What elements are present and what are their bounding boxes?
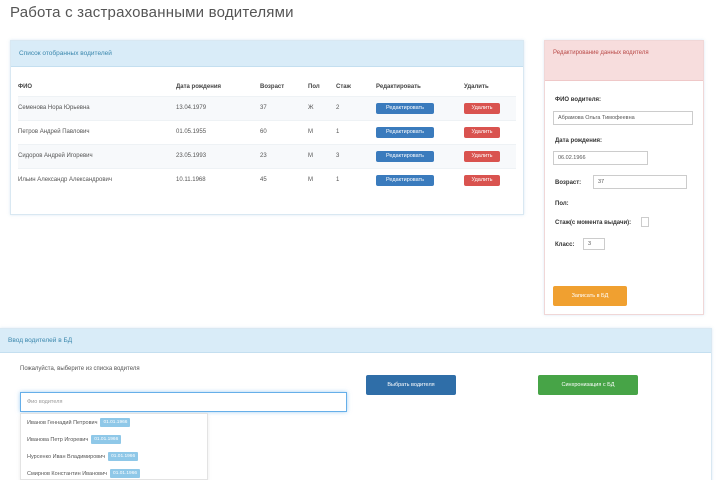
delete-button[interactable]: Удалить xyxy=(464,102,500,114)
cell-name: Семенова Нора Юрьевна xyxy=(18,95,176,120)
cell-dob: 10.11.1968 xyxy=(176,167,260,192)
dob-label: Дата рождения: xyxy=(555,138,603,144)
cell-age: 45 xyxy=(260,167,308,192)
save-to-db-button[interactable]: Записать в БД xyxy=(553,286,627,306)
fio-field[interactable]: Абрамова Ольга Тимофеевна xyxy=(553,111,693,125)
cell-delete: Удалить xyxy=(464,167,516,192)
table-header-row: ФИО Дата рождения Возраст Пол Стаж Редак… xyxy=(18,78,516,96)
driver-search-input[interactable]: Фио водителя xyxy=(20,392,347,412)
dob-field[interactable]: 06.02.1966 xyxy=(553,151,648,165)
experience-field[interactable] xyxy=(641,217,649,227)
delete-button[interactable]: Удалить xyxy=(464,126,500,138)
edit-button[interactable]: Редактировать xyxy=(376,150,434,162)
suggestion-tag: 01.01.1966 xyxy=(91,435,122,444)
cell-sex: М xyxy=(308,167,336,192)
table-row: Сидоров Андрей Игоревич 23.05.1993 23 М … xyxy=(18,143,516,168)
suggestion-tag: 01.01.1966 xyxy=(108,452,139,461)
edit-button[interactable]: Редактировать xyxy=(376,102,434,114)
cell-exp: 1 xyxy=(336,167,376,192)
cell-dob: 13.04.1979 xyxy=(176,95,260,120)
select-driver-button[interactable]: Выбрать водителя xyxy=(366,375,456,395)
table-row: Петров Андрей Павлович 01.05.1955 60 М 1… xyxy=(18,119,516,144)
driver-suggestions-dropdown: Иванов Геннадий Петрович 01.01.1966 Иван… xyxy=(20,413,208,480)
sex-label: Пол: xyxy=(555,201,569,207)
cell-sex: М xyxy=(308,143,336,168)
driver-form-heading: Редактирование данных водителя xyxy=(545,41,703,81)
cell-edit: Редактировать xyxy=(376,143,464,168)
cell-exp: 2 xyxy=(336,95,376,120)
age-field[interactable]: 37 xyxy=(593,175,687,189)
suggestion-item[interactable]: Иванова Петр Игоревич 01.01.1966 xyxy=(21,431,207,448)
class-select[interactable]: 3 xyxy=(583,238,605,250)
table-row: Ильин Александр Александрович 10.11.1968… xyxy=(18,167,516,192)
suggestion-name: Нурсенко Иван Владимирович xyxy=(27,453,106,460)
column-header-fio: ФИО xyxy=(18,83,33,90)
cell-age: 37 xyxy=(260,95,308,120)
age-label: Возраст: xyxy=(555,180,582,186)
column-header-edit: Редактировать xyxy=(376,83,421,90)
cell-edit: Редактировать xyxy=(376,167,464,192)
suggestion-item[interactable]: Смирнов Константин Иванович 01.01.1966 xyxy=(21,465,207,480)
suggestion-name: Иванова Петр Игоревич xyxy=(27,436,89,443)
cell-edit: Редактировать xyxy=(376,95,464,120)
cell-dob: 23.05.1993 xyxy=(176,143,260,168)
cell-age: 60 xyxy=(260,119,308,144)
cell-sex: Ж xyxy=(308,95,336,120)
column-header-dob: Дата рождения xyxy=(176,83,222,90)
cell-name: Сидоров Андрей Игоревич xyxy=(18,143,176,168)
class-label: Класс: xyxy=(555,242,575,248)
suggestion-tag: 01.01.1966 xyxy=(100,418,131,427)
suggestion-tag: 01.01.1966 xyxy=(110,469,141,478)
page-title: Работа с застрахованными водителями xyxy=(10,4,294,21)
cell-name: Петров Андрей Павлович xyxy=(18,119,176,144)
table-row: Семенова Нора Юрьевна 13.04.1979 37 Ж 2 … xyxy=(18,95,516,120)
drivers-panel-heading: Список отобранных водителей xyxy=(11,41,523,67)
suggestion-name: Иванов Геннадий Петрович xyxy=(27,419,98,426)
driver-form-panel: Редактирование данных водителя ФИО водит… xyxy=(544,40,704,315)
suggestion-item[interactable]: Нурсенко Иван Владимирович 01.01.1966 xyxy=(21,448,207,465)
cell-exp: 3 xyxy=(336,143,376,168)
cell-sex: М xyxy=(308,119,336,144)
delete-button[interactable]: Удалить xyxy=(464,150,500,162)
cell-name: Ильин Александр Александрович xyxy=(18,167,176,192)
edit-button[interactable]: Редактировать xyxy=(376,126,434,138)
edit-button[interactable]: Редактировать xyxy=(376,174,434,186)
fio-label: ФИО водителя: xyxy=(555,97,602,103)
experience-label: Стаж(с момента выдачи): xyxy=(555,220,632,226)
cell-exp: 1 xyxy=(336,119,376,144)
sync-db-button[interactable]: Синхронизация с БД xyxy=(538,375,638,395)
cell-delete: Удалить xyxy=(464,95,516,120)
cell-age: 23 xyxy=(260,143,308,168)
suggestion-item[interactable]: Иванов Геннадий Петрович 01.01.1966 xyxy=(21,414,207,431)
column-header-age: Возраст xyxy=(260,83,285,90)
select-driver-hint: Пожалуйста, выберите из списка водителя xyxy=(20,366,140,372)
insured-drivers-heading: Ввод водителей в БД xyxy=(0,329,711,353)
delete-button[interactable]: Удалить xyxy=(464,174,500,186)
drivers-table: ФИО Дата рождения Возраст Пол Стаж Редак… xyxy=(18,78,516,192)
column-header-delete: Удалить xyxy=(464,83,489,90)
cell-dob: 01.05.1955 xyxy=(176,119,260,144)
suggestion-name: Смирнов Константин Иванович xyxy=(27,470,108,477)
column-header-sex: Пол xyxy=(308,83,320,90)
cell-delete: Удалить xyxy=(464,143,516,168)
cell-edit: Редактировать xyxy=(376,119,464,144)
column-header-exp: Стаж xyxy=(336,83,351,90)
cell-delete: Удалить xyxy=(464,119,516,144)
